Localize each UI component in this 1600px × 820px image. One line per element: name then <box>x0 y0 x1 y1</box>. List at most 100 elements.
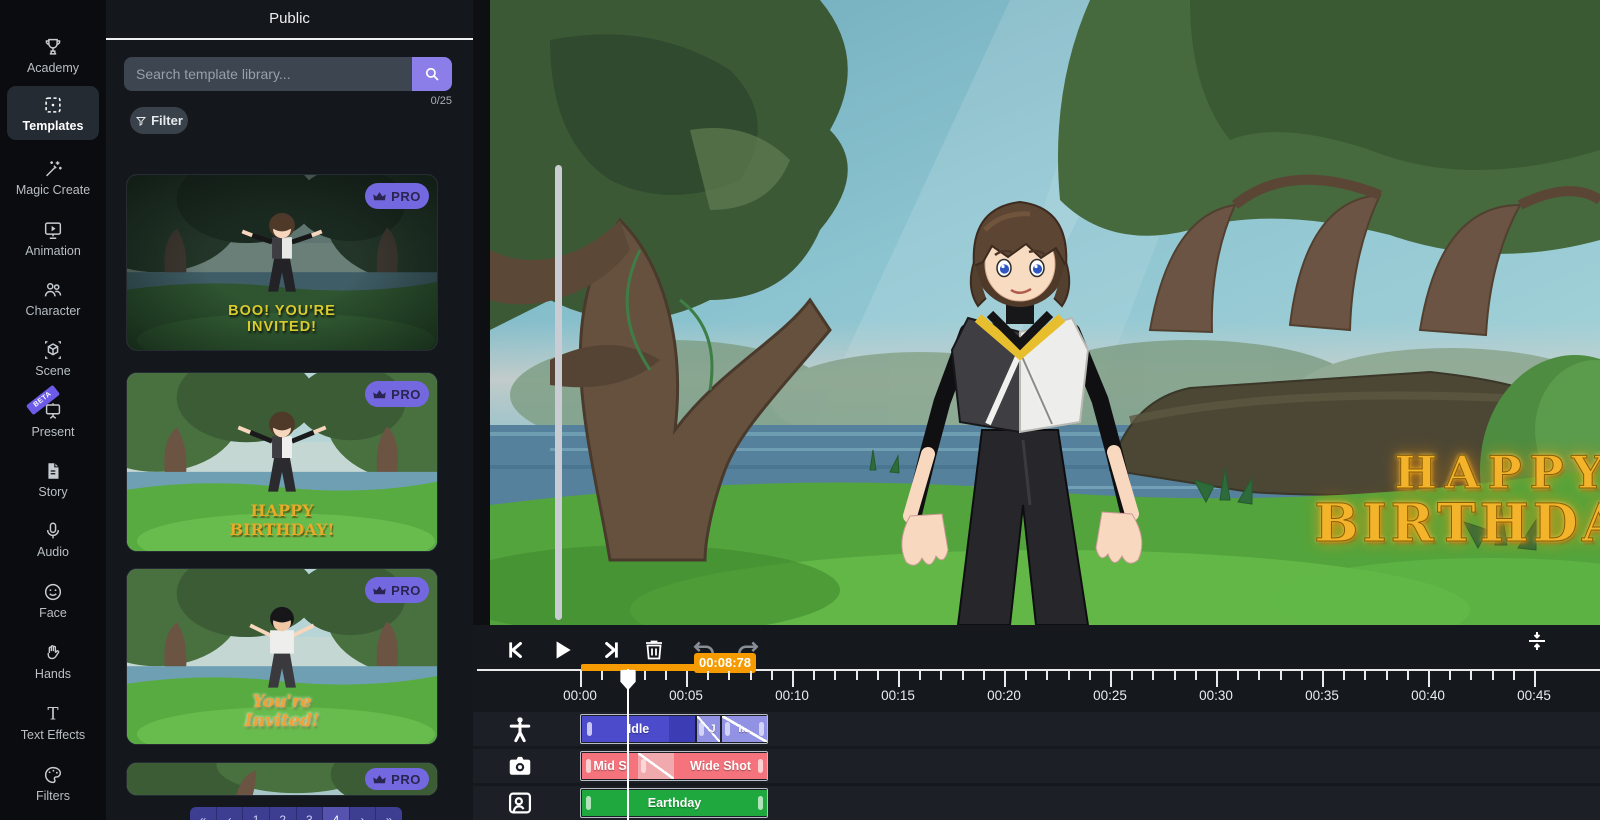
pagination-page-2[interactable]: 2 <box>270 807 297 820</box>
trophy-icon <box>42 36 64 58</box>
sidebar-label: Hands <box>0 667 106 681</box>
template-card-happy-birthday[interactable]: HAPPYBIRTHDAY! PRO <box>126 372 438 552</box>
fit-timeline-button[interactable] <box>1521 627 1553 657</box>
clip-handle[interactable] <box>586 759 591 773</box>
pagination-first[interactable]: « <box>190 807 217 820</box>
play-button[interactable] <box>545 635 579 665</box>
sidebar-item-academy[interactable]: Academy <box>0 36 106 75</box>
search-input[interactable] <box>124 57 412 91</box>
template-card-boo-invite[interactable]: BOO! YOU'REINVITED! PRO <box>126 174 438 351</box>
template-card-partial[interactable]: PRO <box>126 762 438 796</box>
tick-label: 00:25 <box>1075 688 1145 703</box>
scene-title-line1: HAPPY <box>1303 450 1600 495</box>
pagination-next[interactable]: › <box>350 807 377 820</box>
sidebar-label: Filters <box>0 789 106 803</box>
clip-handle[interactable] <box>759 722 764 736</box>
clip-handle[interactable] <box>641 759 646 773</box>
clip-label: Idle <box>628 722 650 736</box>
skip-to-end-button[interactable] <box>594 635 628 665</box>
3d-viewport[interactable]: HAPPY BIRTHDAY! EXPERT ANIMATOR <box>473 0 1600 625</box>
clip-handle[interactable] <box>725 722 730 736</box>
search-icon <box>423 65 441 83</box>
story-icon <box>42 460 64 482</box>
template-caption: BOO! YOU'REINVITED! <box>127 303 437 336</box>
clip-handle[interactable] <box>758 759 763 773</box>
filters-palette-icon <box>42 764 64 786</box>
tick-label: 00:05 <box>651 688 721 703</box>
pagination-page-4[interactable]: 4 <box>323 807 350 820</box>
pagination: « ‹ 1 2 3 4 › » <box>190 807 402 820</box>
sidebar-item-character[interactable]: Character <box>0 279 106 318</box>
character-track-icon <box>506 715 534 743</box>
sidebar-item-audio[interactable]: Audio <box>0 520 106 559</box>
crown-icon <box>373 585 386 596</box>
skip-to-start-button[interactable] <box>498 635 532 665</box>
sidebar-item-text-effects[interactable]: T Text Effects <box>0 703 106 742</box>
sidebar-item-magic-create[interactable]: Magic Create <box>0 158 106 197</box>
pagination-last[interactable]: » <box>376 807 402 820</box>
sidebar-label: Templates <box>0 119 106 133</box>
crown-icon <box>373 191 386 202</box>
filter-button-label: Filter <box>151 113 183 128</box>
camera-clip[interactable]: Wide Shot <box>674 753 767 779</box>
search-bar <box>124 57 452 91</box>
templates-icon <box>42 94 64 116</box>
sidebar-label: Character <box>0 304 106 318</box>
tick-label: 00:00 <box>545 688 615 703</box>
clip-label: Wide Shot <box>690 759 751 773</box>
crown-icon <box>373 774 386 785</box>
character-clip-group: Idle J I... <box>580 714 768 744</box>
app-window: HAPPY BIRTHDAY! EXPERT ANIMATOR <box>0 0 1600 820</box>
animation-clip[interactable]: Idle <box>582 716 695 742</box>
pagination-page-1[interactable]: 1 <box>243 807 270 820</box>
sidebar-item-scene[interactable]: Scene <box>0 339 106 378</box>
sidebar-item-present[interactable]: BETA Present <box>0 400 106 439</box>
tick-label: 00:20 <box>969 688 1039 703</box>
playhead-handle[interactable] <box>618 669 638 699</box>
camera-track-icon <box>506 752 534 780</box>
search-char-count: 0/25 <box>431 95 452 107</box>
timeline-panel: 00:08:78 00:00 00:05 00:10 00:15 00:20 0… <box>473 625 1600 820</box>
template-caption: You'reInvited! <box>127 693 437 732</box>
pagination-page-3[interactable]: 3 <box>297 807 324 820</box>
template-card-youre-invited[interactable]: You'reInvited! PRO <box>126 568 438 745</box>
sidebar-item-filters[interactable]: Filters <box>0 764 106 803</box>
character-icon <box>42 279 64 301</box>
scene-cube-icon <box>42 339 64 361</box>
animation-clip[interactable]: I... <box>722 716 767 742</box>
animation-clip[interactable]: J <box>697 716 720 742</box>
delete-button[interactable] <box>637 635 671 665</box>
sidebar-label: Audio <box>0 545 106 559</box>
sidebar-item-hands[interactable]: Hands <box>0 642 106 681</box>
tick-label: 00:30 <box>1181 688 1251 703</box>
panel-scrollbar[interactable] <box>555 165 562 620</box>
sidebar-item-story[interactable]: Story <box>0 460 106 499</box>
pro-badge: PRO <box>365 381 429 407</box>
pro-badge: PRO <box>365 183 429 209</box>
filter-button[interactable]: Filter <box>130 107 188 134</box>
sidebar-item-templates[interactable]: Templates <box>0 94 106 133</box>
camera-clip-group: Mid S Wide Shot <box>580 751 768 781</box>
clip-handle[interactable] <box>586 796 591 810</box>
search-button[interactable] <box>412 57 452 91</box>
clip-handle[interactable] <box>758 796 763 810</box>
sidebar-label: Story <box>0 485 106 499</box>
pagination-prev[interactable]: ‹ <box>217 807 244 820</box>
crown-icon <box>373 389 386 400</box>
camera-clip[interactable]: Mid S <box>582 753 638 779</box>
animation-icon <box>42 219 64 241</box>
clip-tail <box>669 716 695 742</box>
clip-handle[interactable] <box>587 722 592 736</box>
face-icon <box>42 581 64 603</box>
sidebar-item-face[interactable]: Face <box>0 581 106 620</box>
tick-label: 00:45 <box>1499 688 1569 703</box>
template-library-panel: Public 0/25 Filter <box>106 0 473 820</box>
clip-handle[interactable] <box>699 722 704 736</box>
scene-clip[interactable]: Earthday <box>582 790 767 816</box>
clip-label: J <box>709 723 715 735</box>
current-time-badge: 00:08:78 <box>694 653 756 673</box>
scene-track-icon <box>506 789 534 817</box>
sidebar-item-animation[interactable]: Animation <box>0 219 106 258</box>
camera-transition[interactable] <box>638 753 674 779</box>
magic-wand-icon <box>42 158 64 180</box>
